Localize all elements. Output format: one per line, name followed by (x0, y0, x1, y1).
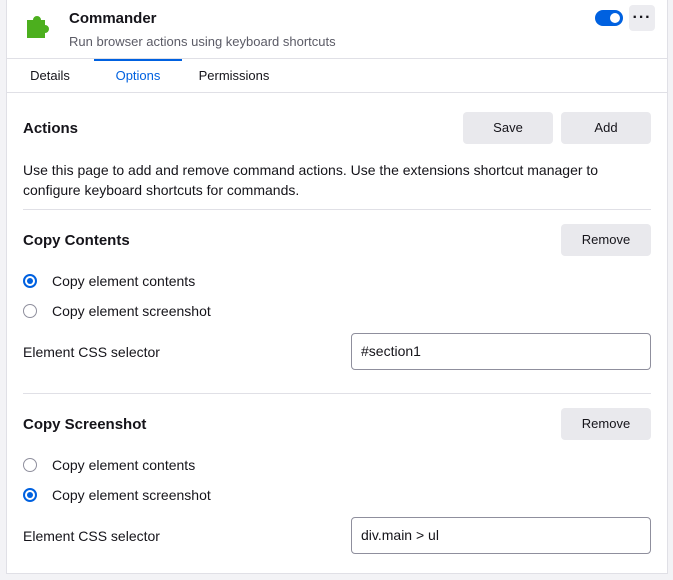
add-button[interactable]: Add (561, 112, 651, 144)
actions-title: Actions (23, 120, 79, 137)
radio-copy-screenshot[interactable]: Copy element screenshot (23, 485, 211, 505)
tab-details[interactable]: Details (21, 59, 79, 92)
radio-button[interactable] (23, 458, 37, 472)
remove-button[interactable]: Remove (561, 408, 651, 440)
tab-options[interactable]: Options (94, 59, 182, 92)
radio-label: Copy element contents (52, 457, 196, 473)
radio-copy-screenshot[interactable]: Copy element screenshot (23, 301, 211, 321)
radio-label: Copy element contents (52, 273, 196, 289)
selector-input[interactable]: #section1 (351, 333, 651, 370)
more-options-button[interactable]: ··· (629, 5, 655, 31)
radio-label: Copy element screenshot (52, 303, 211, 319)
remove-button[interactable]: Remove (561, 224, 651, 256)
addon-name: Commander (69, 10, 157, 27)
tab-permissions[interactable]: Permissions (192, 59, 276, 92)
selector-label: Element CSS selector (23, 344, 160, 360)
radio-label: Copy element screenshot (52, 487, 211, 503)
tab-bar: Details Options Permissions (7, 59, 667, 93)
radio-copy-contents[interactable]: Copy element contents (23, 455, 195, 475)
radio-copy-contents[interactable]: Copy element contents (23, 271, 195, 291)
puzzle-piece-icon (23, 8, 55, 40)
addon-options-card: Commander Run browser actions using keyb… (6, 0, 668, 574)
radio-button[interactable] (23, 274, 37, 288)
selector-label: Element CSS selector (23, 528, 160, 544)
save-button[interactable]: Save (463, 112, 553, 144)
addon-description: Run browser actions using keyboard short… (69, 34, 336, 49)
radio-button[interactable] (23, 488, 37, 502)
addon-header: Commander Run browser actions using keyb… (7, 0, 667, 59)
actions-description: Use this page to add and remove command … (23, 162, 599, 198)
command-title: Copy Contents (23, 232, 130, 249)
divider (23, 209, 651, 210)
more-dots-icon: ··· (632, 9, 652, 26)
command-title: Copy Screenshot (23, 416, 147, 433)
radio-button[interactable] (23, 304, 37, 318)
selector-input[interactable]: div.main > ul (351, 517, 651, 554)
enable-toggle[interactable] (595, 10, 623, 26)
divider (23, 393, 651, 394)
